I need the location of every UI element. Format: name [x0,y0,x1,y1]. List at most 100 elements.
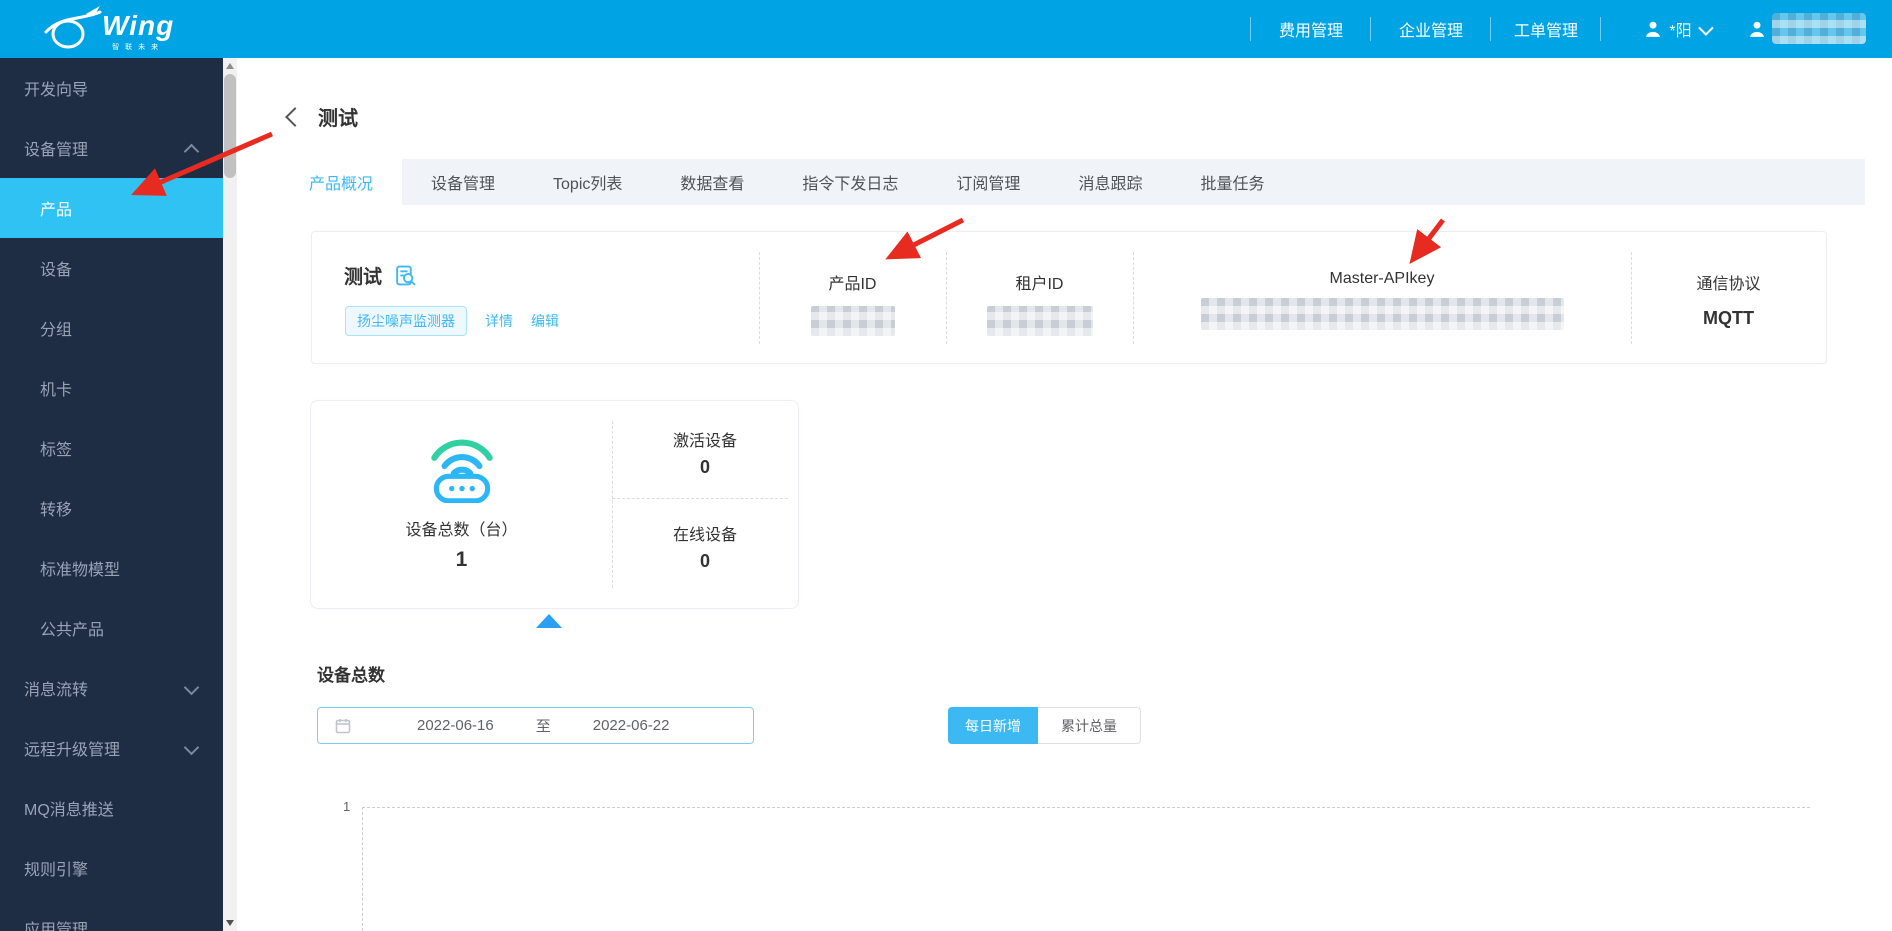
sidebar-item-label: 开发向导 [24,82,89,99]
sidebar-item-label: 分组 [40,322,73,339]
view-log-icon[interactable] [394,264,417,287]
device-total-value: 1 [455,548,468,571]
date-range-picker[interactable]: 2022-06-16 至 2022-06-22 [317,707,754,744]
cumulative-total-button[interactable]: 累计总量 [1038,707,1141,744]
field-tenant-id: 租户ID [946,270,1133,336]
sidebar-item-public-product[interactable]: 公共产品 [0,598,223,658]
chart-mode-toggle: 每日新增 累计总量 [948,707,1141,744]
header-divider [1600,17,1601,41]
sidebar-item-label: 产品 [40,202,73,219]
tab-batch-task[interactable]: 批量任务 [1171,159,1293,205]
page-title: 测试 [318,108,358,130]
sidebar-item-label: 消息流转 [24,682,89,699]
sidebar-item-remote-upgrade[interactable]: 远程升级管理 [0,718,223,778]
sidebar-item-label: 设备 [40,262,73,279]
sidebar-item-rule-engine[interactable]: 规则引擎 [0,838,223,898]
calendar-icon [335,718,351,733]
sidebar-item-tag[interactable]: 标签 [0,418,223,478]
detail-link[interactable]: 详情 [485,311,513,331]
page-title-row: 测试 [285,102,358,131]
y-axis-tick: 1 [343,799,351,814]
device-stats-card[interactable]: 设备总数（台） 1 激活设备 0 在线设备 0 [310,400,799,609]
online-label: 在线设备 [672,527,737,544]
scroll-up-icon[interactable] [226,63,234,69]
sidebar-item-label: 机卡 [40,382,73,399]
active-card-pointer-icon [536,614,562,628]
back-button[interactable] [285,106,305,127]
sidebar-item-label: 标准物模型 [40,562,121,579]
daily-new-button[interactable]: 每日新增 [948,707,1038,744]
sidebar-item-label: 设备管理 [24,142,89,159]
chevron-up-icon [183,143,200,160]
sidebar-item-device[interactable]: 设备 [0,238,223,298]
top-header: Wing 智联未来 费用管理 企业管理 工单管理 *阳 [0,0,1892,58]
logo-subtitle: 智联未来 [112,44,165,51]
sidebar-item-app-management[interactable]: 应用管理 [0,898,223,931]
nav-fee-management[interactable]: 费用管理 [1258,0,1364,58]
app-window: Wing 智联未来 费用管理 企业管理 工单管理 *阳 开发向导 设备管理 产品… [0,0,1892,931]
account-icon [1750,21,1764,37]
sidebar-item-label: MQ消息推送 [24,802,114,819]
end-date-value[interactable]: 2022-06-22 [593,717,670,734]
sidebar-scrollbar[interactable] [223,58,237,931]
device-total-label: 设备总数（台） [405,522,518,539]
device-total-block: 设备总数（台） 1 [311,401,612,608]
sidebar-item-product[interactable]: 产品 [0,178,223,238]
tab-message-trace[interactable]: 消息跟踪 [1049,159,1171,205]
ctwing-logo[interactable]: Wing 智联未来 [42,4,174,52]
sidebar-item-label: 规则引擎 [24,862,89,879]
device-wifi-icon [430,439,493,504]
scrollbar-thumb[interactable] [224,74,236,178]
sidebar-item-sim-card[interactable]: 机卡 [0,358,223,418]
masked-master-apikey-value [1200,298,1564,330]
field-label: 通信协议 [1696,276,1761,293]
tab-command-log[interactable]: 指令下发日志 [773,159,927,205]
tab-product-overview[interactable]: 产品概况 [280,159,403,205]
field-product-id: 产品ID [759,270,946,336]
nav-workorder-management[interactable]: 工单管理 [1498,0,1594,58]
user-menu[interactable]: *阳 [1622,0,1732,58]
sidebar-item-dev-wizard[interactable]: 开发向导 [0,58,223,118]
masked-account-number [1772,13,1866,44]
tab-data-view[interactable]: 数据查看 [651,159,773,205]
user-icon [1646,21,1661,37]
field-label: Master-APIkey [1329,270,1435,287]
sidebar-item-group[interactable]: 分组 [0,298,223,358]
start-date-value[interactable]: 2022-06-16 [417,717,494,734]
activated-value: 0 [699,457,710,477]
tab-subscription[interactable]: 订阅管理 [927,159,1049,205]
header-divider [1250,17,1251,41]
sidebar-nav: 开发向导 设备管理 产品 设备 分组 机卡 标签 转移 标准物模型 公共产品 消… [0,58,223,931]
masked-product-id-value [810,306,895,336]
section-title: 设备总数 [317,666,385,685]
sidebar-item-transfer[interactable]: 转移 [0,478,223,538]
masked-tenant-id-value [986,306,1093,336]
online-value: 0 [699,551,710,571]
sidebar-item-message-flow[interactable]: 消息流转 [0,658,223,718]
header-divider [1370,17,1371,41]
sidebar-item-device-management[interactable]: 设备管理 [0,118,223,178]
logo-text: Wing [102,10,175,41]
sidebar-item-standard-model[interactable]: 标准物模型 [0,538,223,598]
user-name: *阳 [1669,23,1692,40]
tab-device-management[interactable]: 设备管理 [402,159,524,205]
sidebar-item-label: 应用管理 [24,922,89,931]
nav-enterprise-management[interactable]: 企业管理 [1378,0,1484,58]
activated-label: 激活设备 [672,433,737,450]
chart-gridline-horizontal [362,807,1810,808]
product-type-tag: 扬尘噪声监测器 [345,306,467,336]
tab-topic-list[interactable]: Topic列表 [524,159,651,205]
scroll-down-icon[interactable] [226,920,234,926]
header-divider [1490,17,1491,41]
chevron-down-icon [183,679,200,696]
logo-swoosh-icon [44,6,102,49]
sidebar-item-mq-push[interactable]: MQ消息推送 [0,778,223,838]
chart-gridline-vertical [362,807,363,931]
edit-link[interactable]: 编辑 [531,311,559,331]
activated-device-block: 激活设备 0 [612,427,798,478]
field-label: 租户ID [1015,276,1064,293]
product-info-card: 测试 扬尘噪声监测器 详情 编辑 产品ID 租户ID Master-APIkey… [311,231,1827,364]
online-device-block: 在线设备 0 [612,521,798,572]
date-separator: 至 [535,718,551,735]
annotation-arrows [131,131,1445,264]
